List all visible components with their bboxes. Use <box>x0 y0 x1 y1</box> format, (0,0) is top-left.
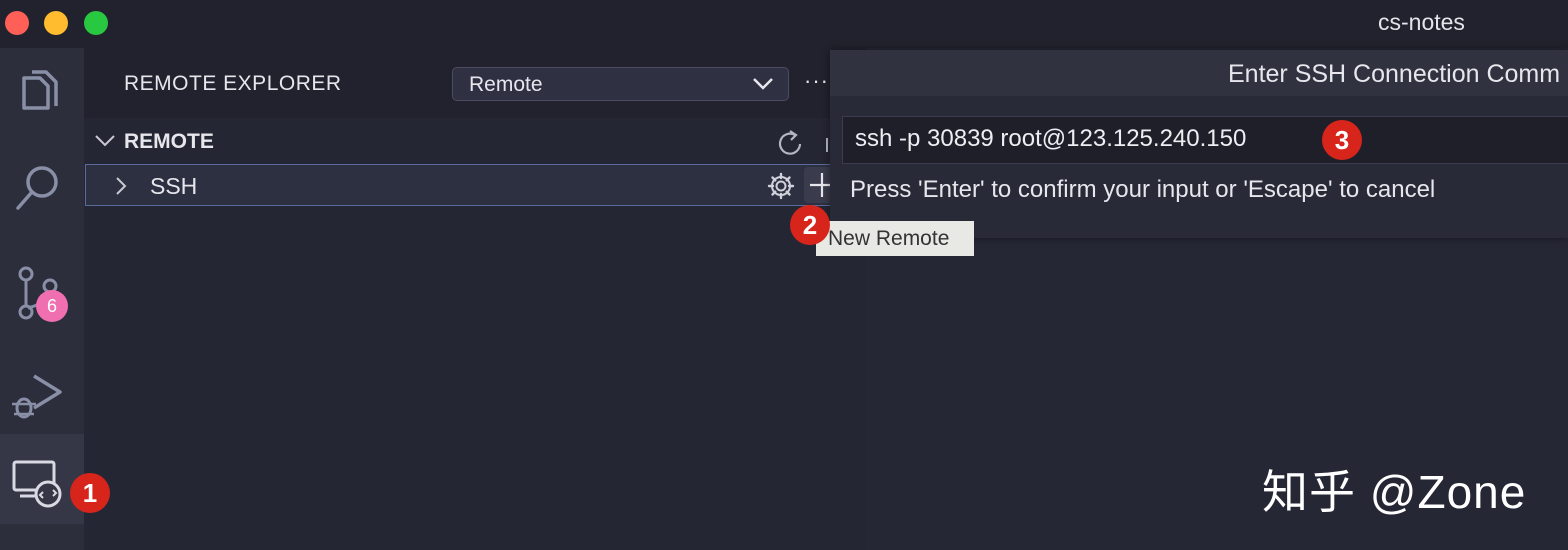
run-debug-icon <box>12 374 62 419</box>
ssh-command-value: ssh -p 30839 root@123.125.240.150 <box>855 125 1247 152</box>
sidebar: REMOTE EXPLORER Remote ··· REMOTE SSH <box>84 48 866 550</box>
sidebar-header: REMOTE EXPLORER Remote ··· <box>84 48 866 118</box>
step-marker-3: 3 <box>1322 120 1362 160</box>
close-window-button[interactable] <box>5 11 29 35</box>
step-marker-2: 2 <box>790 205 830 245</box>
quick-input-title: Enter SSH Connection Comm <box>1228 60 1561 88</box>
more-actions-button[interactable]: ··· <box>804 68 829 94</box>
tree-item-label: SSH <box>150 173 198 199</box>
section-title: REMOTE <box>124 130 214 153</box>
dropdown-value: Remote <box>469 73 543 96</box>
remote-explorer-icon <box>12 460 62 508</box>
tree-item-ssh[interactable]: SSH <box>85 164 866 206</box>
remote-section-header[interactable]: REMOTE <box>84 120 866 164</box>
watermark: 知乎 @Zone <box>1262 466 1527 518</box>
gear-icon[interactable] <box>766 171 796 201</box>
refresh-icon[interactable] <box>776 128 806 158</box>
title-bar: cs-notes <box>0 0 1568 48</box>
maximize-window-button[interactable] <box>84 11 108 35</box>
step-marker-1: 1 <box>70 473 110 513</box>
activity-bar: 6 <box>0 48 84 550</box>
search-icon <box>16 166 58 210</box>
window-title: cs-notes <box>1378 9 1465 35</box>
activity-search[interactable] <box>0 138 84 228</box>
sidebar-title: REMOTE EXPLORER <box>124 72 342 95</box>
quick-input-hint: Press 'Enter' to confirm your input or '… <box>850 176 1436 203</box>
activity-remote-explorer[interactable] <box>0 434 84 524</box>
chevron-down-icon <box>95 135 115 147</box>
ssh-command-input[interactable]: ssh -p 30839 root@123.125.240.150 <box>842 116 1568 164</box>
remote-type-dropdown[interactable]: Remote <box>452 67 789 101</box>
files-icon <box>22 70 58 110</box>
chevron-right-icon <box>116 177 127 195</box>
quick-input-widget: Enter SSH Connection Comm ssh -p 30839 r… <box>830 50 1568 238</box>
chevron-down-icon <box>753 78 773 90</box>
activity-run-debug[interactable] <box>0 344 84 434</box>
quick-input-titlebar: Enter SSH Connection Comm <box>830 50 1568 96</box>
minimize-window-button[interactable] <box>44 11 68 35</box>
activity-explorer[interactable] <box>0 48 84 138</box>
new-remote-tooltip: New Remote <box>816 221 974 256</box>
activity-source-control[interactable] <box>0 246 84 336</box>
source-control-badge: 6 <box>36 290 68 322</box>
